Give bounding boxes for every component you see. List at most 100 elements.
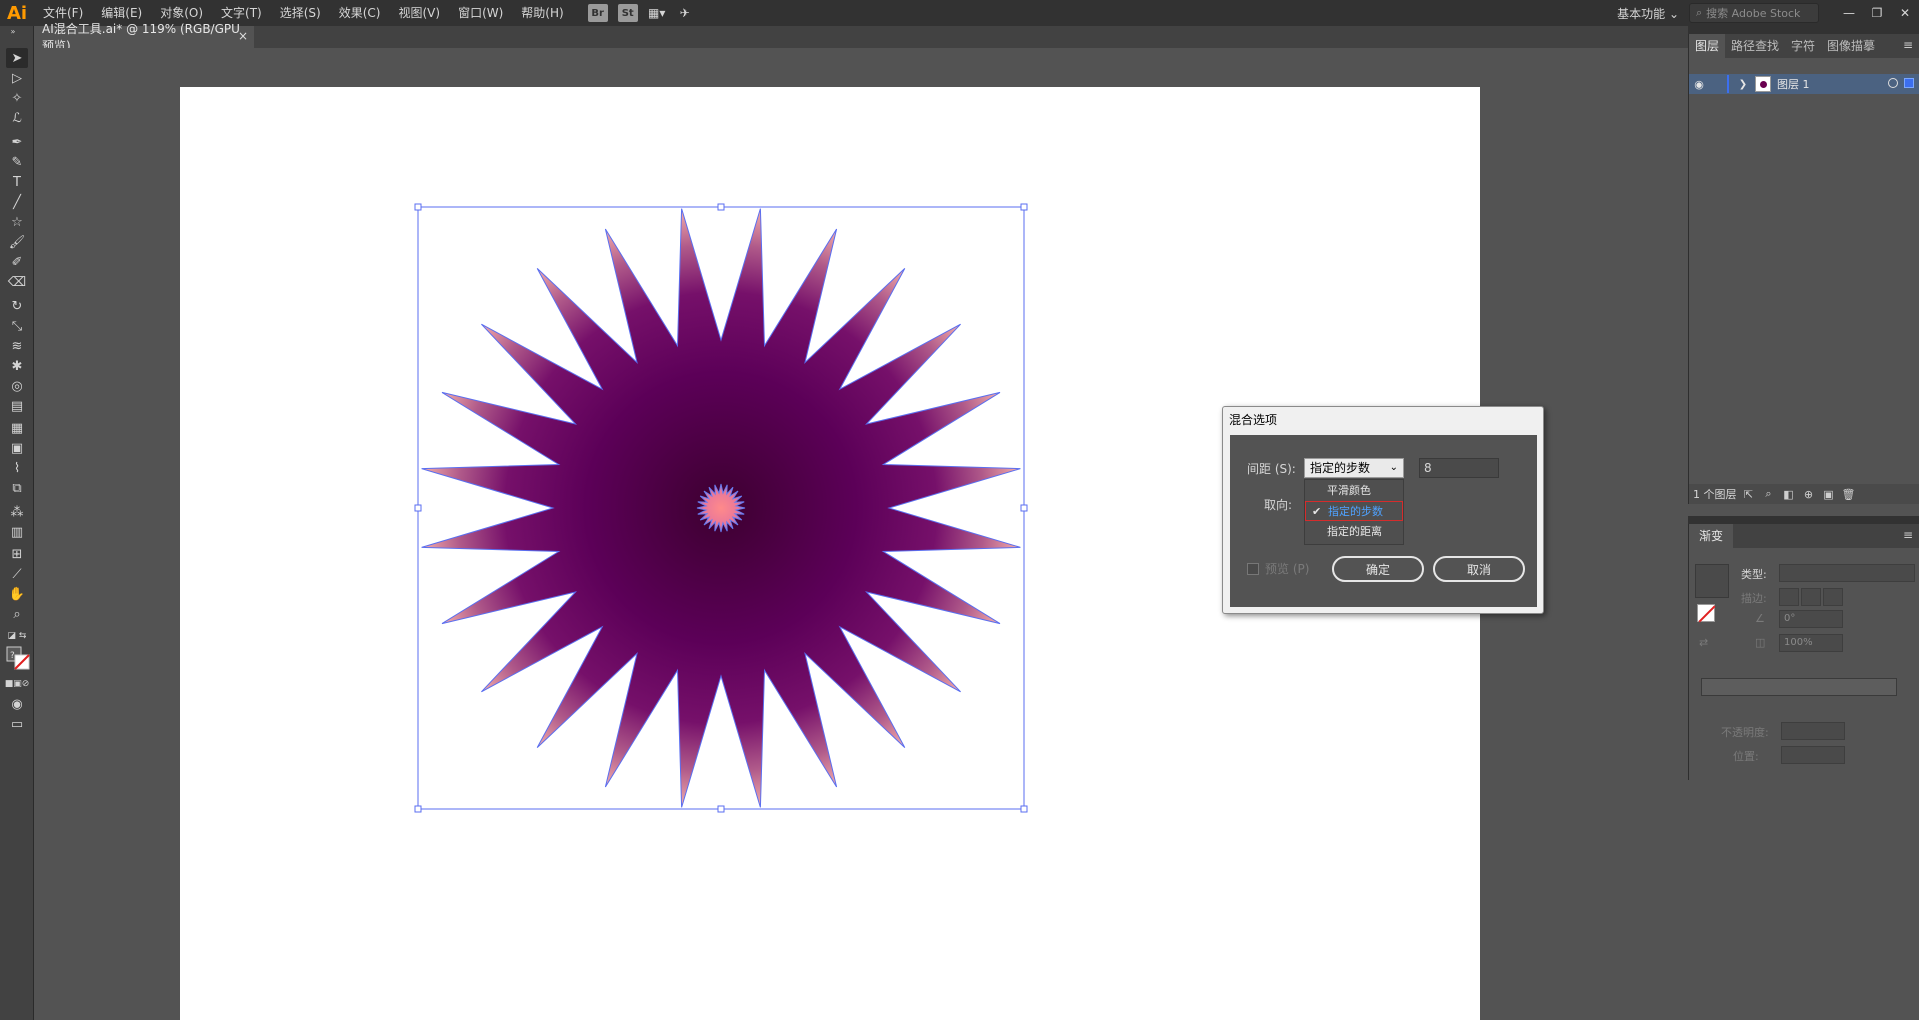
eyedropper-tool-icon[interactable]: ⌇ xyxy=(6,458,28,478)
hand-tool-icon[interactable]: ✋ xyxy=(6,584,28,604)
menu-view[interactable]: 视图(V) xyxy=(389,0,449,26)
expand-arrow-icon[interactable]: ❯ xyxy=(1735,79,1751,90)
type-select[interactable] xyxy=(1779,564,1915,582)
menu-window[interactable]: 窗口(W) xyxy=(449,0,512,26)
star-tool-icon[interactable]: ☆ xyxy=(6,212,28,232)
location-label: 位置: xyxy=(1733,750,1759,763)
new-layer-icon[interactable]: ▣ xyxy=(1821,488,1837,501)
line-tool-icon[interactable]: ╱ xyxy=(6,192,28,212)
layer-name[interactable]: 图层 1 xyxy=(1777,76,1810,92)
symbol-sprayer-tool-icon[interactable]: ⁂ xyxy=(6,502,28,522)
minimize-icon[interactable]: — xyxy=(1835,0,1863,26)
mesh-tool-icon[interactable]: ▦ xyxy=(6,418,28,438)
delete-icon[interactable]: 🗑 xyxy=(1841,488,1857,501)
warp-tool-icon[interactable]: ≋ xyxy=(6,336,28,356)
export-icon[interactable]: ⇱ xyxy=(1741,488,1757,501)
puppet-warp-tool-icon[interactable]: ✱ xyxy=(6,356,28,376)
type-tool-icon[interactable]: T xyxy=(6,172,28,192)
artboard-tool-icon[interactable]: ⊞ xyxy=(6,544,28,564)
layer-selection-indicator[interactable] xyxy=(1904,78,1914,88)
gradient-swatch[interactable] xyxy=(1695,564,1729,598)
shaper-tool-icon[interactable]: ✐ xyxy=(6,252,28,272)
tab-gradient[interactable]: 渐变 xyxy=(1689,524,1734,548)
shape-builder-tool-icon[interactable]: ◎ xyxy=(6,376,28,396)
lasso-tool-icon[interactable]: ℒ xyxy=(6,108,28,128)
color-mode-icons[interactable]: ■▣⊘ xyxy=(5,674,30,694)
restore-icon[interactable]: ❐ xyxy=(1863,0,1891,26)
fill-stroke-icon[interactable] xyxy=(1697,604,1715,622)
option-smooth-color[interactable]: 平滑颜色 xyxy=(1305,481,1403,501)
type-label: 类型: xyxy=(1741,568,1767,581)
pen-tool-icon[interactable]: ✒ xyxy=(6,132,28,152)
fill-stroke-swatch-icon[interactable]: ? xyxy=(6,646,30,670)
close-tab-icon[interactable]: × xyxy=(238,29,248,43)
gradient-panel-menu-icon[interactable]: ≡ xyxy=(1903,528,1913,542)
tab-pathfinder[interactable]: 路径查找 xyxy=(1725,34,1785,58)
option-specified-steps[interactable]: ✔ 指定的步数 xyxy=(1305,501,1403,521)
direct-selection-tool-icon[interactable]: ▷ xyxy=(6,68,28,88)
reverse-gradient-icon[interactable]: ⇄ xyxy=(1699,636,1708,649)
stroke-option-3[interactable] xyxy=(1823,588,1843,606)
menu-effect[interactable]: 效果(C) xyxy=(330,0,390,26)
locate-object-icon[interactable]: ⌕ xyxy=(1761,487,1777,501)
magic-wand-tool-icon[interactable]: ✧ xyxy=(6,88,28,108)
menu-help[interactable]: 帮助(H) xyxy=(512,0,572,26)
default-fill-stroke-icon[interactable]: ◪ ⇆ xyxy=(6,626,28,646)
aspect-ratio-input[interactable]: 100% xyxy=(1779,634,1843,652)
drawing-mode-icon[interactable]: ◉ xyxy=(6,694,28,714)
rotate-tool-icon[interactable]: ↻ xyxy=(6,296,28,316)
illustrator-window: Ai 文件(F) 编辑(E) 对象(O) 文字(T) 选择(S) 效果(C) 视… xyxy=(0,0,1919,1020)
scale-tool-icon[interactable]: ⤡ xyxy=(6,316,28,336)
cancel-button[interactable]: 取消 xyxy=(1433,556,1525,582)
angle-input[interactable]: 0° xyxy=(1779,610,1843,628)
menu-bar: Ai 文件(F) 编辑(E) 对象(O) 文字(T) 选择(S) 效果(C) 视… xyxy=(0,0,1919,26)
panel-menu-icon[interactable]: ≡ xyxy=(1903,38,1913,52)
small-star-shape[interactable] xyxy=(696,483,746,533)
tab-image-trace[interactable]: 图像描摹 xyxy=(1821,34,1881,58)
menu-select[interactable]: 选择(S) xyxy=(271,0,330,26)
preview-checkbox[interactable] xyxy=(1247,563,1259,575)
tab-layers[interactable]: 图层 xyxy=(1689,34,1726,58)
option-specified-distance[interactable]: 指定的距离 xyxy=(1305,522,1403,542)
perspective-grid-tool-icon[interactable]: ▤ xyxy=(6,396,28,416)
location-input[interactable] xyxy=(1781,746,1845,764)
layer-color-indicator xyxy=(1727,75,1729,93)
spacing-select[interactable]: 指定的步数 ⌄ xyxy=(1304,458,1404,478)
gradient-dock-header[interactable] xyxy=(1688,516,1919,524)
angle-icon: ∠ xyxy=(1755,612,1765,625)
eraser-tool-icon[interactable]: ⌫ xyxy=(6,272,28,292)
stock-search-input[interactable]: ⌕ 搜索 Adobe Stock xyxy=(1689,3,1819,23)
selection-tool-icon[interactable]: ➤ xyxy=(6,48,28,68)
bridge-button[interactable]: Br xyxy=(587,4,608,22)
zoom-tool-icon[interactable]: ⌕ xyxy=(6,604,28,624)
stock-button[interactable]: St xyxy=(617,4,638,22)
layer-target-icon[interactable] xyxy=(1888,78,1898,88)
gpu-performance-icon[interactable]: ✈ xyxy=(671,0,699,26)
gradient-slider[interactable] xyxy=(1701,678,1897,696)
clipping-mask-icon[interactable]: ◧ xyxy=(1781,488,1797,501)
layer-row[interactable]: ◉ ❯ 图层 1 xyxy=(1689,74,1919,94)
stroke-option-2[interactable] xyxy=(1801,588,1821,606)
layers-footer: 1 个图层 ⇱ ⌕ ◧ ⊕ ▣ 🗑 xyxy=(1689,484,1919,504)
slice-tool-icon[interactable]: ⟋ xyxy=(6,564,28,584)
visibility-eye-icon[interactable]: ◉ xyxy=(1689,78,1709,91)
workspace-switcher[interactable]: 基本功能 ⌄ xyxy=(1607,5,1689,22)
tools-panel: » ➤ ▷ ✧ ℒ ✒ ✎ T ╱ ☆ 🖌 ✐ ⌫ ↻ ⤡ ≋ ✱ ◎ ▤ ▦ … xyxy=(0,26,34,1020)
arrange-documents-icon[interactable]: ▦▾ xyxy=(643,0,671,26)
document-tab[interactable]: AI混合工具.ai* @ 119% (RGB/GPU 预览) × xyxy=(34,22,254,53)
screen-mode-icon[interactable]: ▭ xyxy=(6,714,28,734)
panel-dock-header[interactable] xyxy=(1688,26,1919,34)
paintbrush-tool-icon[interactable]: 🖌 xyxy=(6,232,28,252)
stroke-option-1[interactable] xyxy=(1779,588,1799,606)
gradient-tool-icon[interactable]: ▣ xyxy=(6,438,28,458)
curvature-tool-icon[interactable]: ✎ xyxy=(6,152,28,172)
blend-tool-icon[interactable]: ⧉ xyxy=(6,478,28,498)
tab-character[interactable]: 字符 xyxy=(1785,34,1821,58)
new-sublayer-icon[interactable]: ⊕ xyxy=(1801,488,1817,501)
toolbar-collapse-icon[interactable]: » xyxy=(2,26,24,36)
close-icon[interactable]: ✕ xyxy=(1891,0,1919,26)
column-graph-tool-icon[interactable]: ▥ xyxy=(6,522,28,542)
steps-input[interactable]: 8 xyxy=(1419,458,1499,478)
opacity-input[interactable] xyxy=(1781,722,1845,740)
ok-button[interactable]: 确定 xyxy=(1332,556,1424,582)
